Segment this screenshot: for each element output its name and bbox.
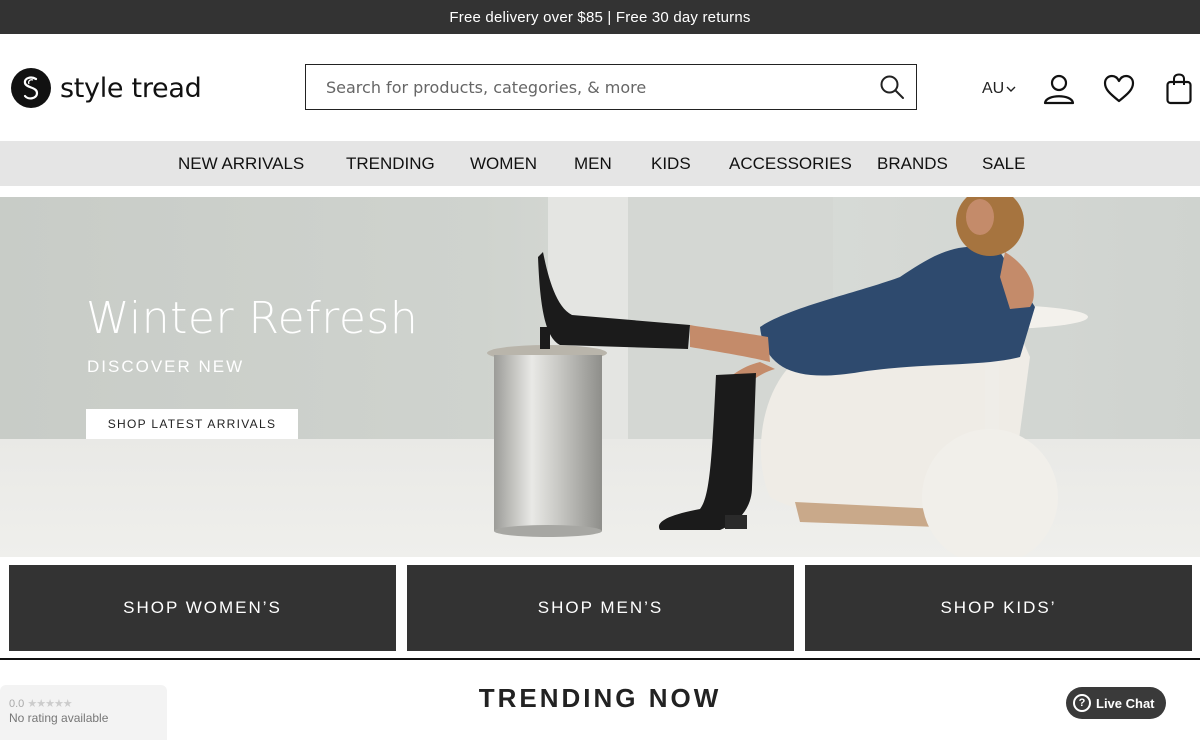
nav-item-brands[interactable]: BRANDS [877,141,948,186]
bag-icon[interactable] [1162,72,1196,106]
nav-item-women[interactable]: WOMEN [470,141,537,186]
search-icon[interactable] [868,65,916,109]
logo-text: style tread [60,72,202,104]
header-actions: AU [982,72,1196,106]
search-bar [305,64,917,110]
nav-item-trending[interactable]: TRENDING [346,141,435,186]
region-selector[interactable]: AU [982,80,1016,98]
site-header: style tread AU [0,34,1200,141]
rating-stars-icon: ★★★★★ [27,698,72,710]
nav-item-accessories[interactable]: ACCESSORIES [729,141,852,186]
search-input[interactable] [306,65,868,109]
chevron-down-icon [1006,80,1016,98]
shop-kids-button[interactable]: SHOP KIDS’ [805,565,1192,651]
help-icon: ? [1073,694,1091,712]
logo[interactable]: style tread [11,68,202,108]
nav-item-kids[interactable]: KIDS [651,141,691,186]
region-label: AU [982,80,1005,97]
main-nav: NEW ARRIVALS TRENDING WOMEN MEN KIDS ACC… [0,141,1200,186]
promo-bar: Free delivery over $85 | Free 30 day ret… [0,0,1200,34]
shop-mens-button[interactable]: SHOP MEN’S [407,565,794,651]
rating-widget[interactable]: 0.0 ★★★★★ No rating available [0,685,167,740]
hero-title: Winter Refresh [86,293,419,344]
promo-text: Free delivery over $85 | Free 30 day ret… [449,8,751,26]
heart-icon[interactable] [1102,72,1136,106]
hero-subtitle: DISCOVER NEW [87,357,245,376]
logo-s-icon [11,68,51,108]
section-divider [0,658,1200,660]
shop-womens-button[interactable]: SHOP WOMEN’S [9,565,396,651]
account-icon[interactable] [1042,72,1076,106]
nav-item-men[interactable]: MEN [574,141,612,186]
nav-item-sale[interactable]: SALE [982,141,1025,186]
rating-text: No rating available [9,711,109,725]
hero-image [487,197,1088,557]
rating-score: 0.0 [9,698,25,710]
live-chat-button[interactable]: ? Live Chat [1066,687,1166,719]
hero-banner[interactable]: Winter Refresh DISCOVER NEW SHOP LATEST … [0,197,1200,557]
rating-score-row: 0.0 ★★★★★ [9,697,167,710]
shop-latest-arrivals-button[interactable]: SHOP LATEST ARRIVALS [86,409,298,439]
section-title: TRENDING NOW [478,683,722,713]
nav-item-new-arrivals[interactable]: NEW ARRIVALS [178,141,304,186]
live-chat-label: Live Chat [1096,695,1155,711]
